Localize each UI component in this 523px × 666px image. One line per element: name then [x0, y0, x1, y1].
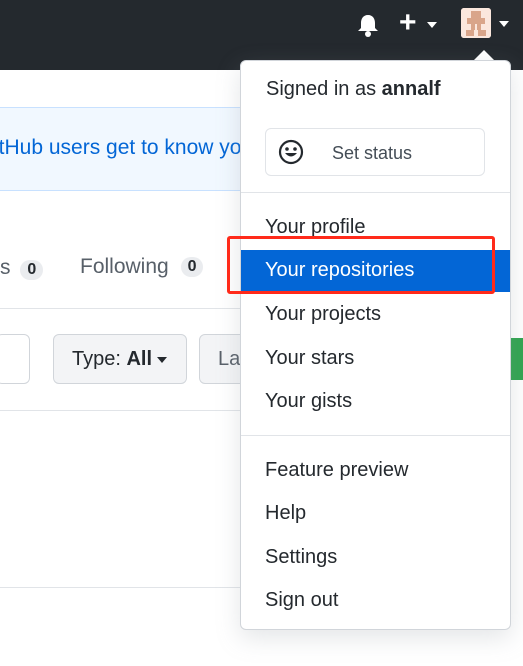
chevron-down-icon — [427, 22, 437, 28]
signed-in-prefix: Signed in as — [266, 78, 377, 100]
find-repository-input[interactable] — [0, 334, 30, 384]
language-filter-label: La — [218, 348, 241, 370]
tabs-divider — [0, 308, 260, 309]
tab-following[interactable]: Following 0 — [80, 255, 204, 279]
menu-item-label: Sign out — [265, 589, 339, 611]
menu-divider — [241, 192, 510, 193]
smiley-icon — [278, 139, 304, 165]
menu-item-feature-preview[interactable]: Feature preview — [241, 450, 510, 492]
menu-item-help[interactable]: Help — [241, 493, 510, 535]
menu-item-label: Settings — [265, 546, 338, 568]
type-filter-label: Type: — [72, 348, 121, 370]
user-dropdown-menu: Signed in as annalf Set status Your prof… — [240, 60, 511, 630]
avatar-icon — [461, 8, 491, 38]
menu-item-your-projects[interactable]: Your projects — [241, 294, 510, 336]
chevron-down-icon — [157, 357, 167, 363]
menu-item-label: Your projects — [265, 303, 381, 325]
type-filter-button[interactable]: Type: All — [53, 334, 187, 384]
menu-item-label: Feature preview — [265, 459, 409, 481]
create-new-button[interactable]: + — [397, 6, 441, 39]
menu-item-settings[interactable]: Settings — [241, 537, 510, 579]
list-divider — [0, 410, 260, 411]
plus-icon: + — [399, 6, 417, 39]
tab-partial-label: s — [0, 256, 11, 279]
set-status-button[interactable]: Set status — [265, 128, 485, 176]
menu-item-label: Help — [265, 502, 307, 524]
tab-partial[interactable]: s 0 — [0, 256, 44, 280]
menu-item-label: Your stars — [265, 347, 355, 369]
menu-item-your-repositories[interactable]: Your repositories — [241, 250, 510, 292]
tab-following-label: Following — [80, 255, 169, 278]
type-filter-value: All — [126, 348, 153, 370]
menu-item-label: Your repositories — [265, 259, 415, 281]
following-count-badge: 0 — [180, 257, 204, 277]
signed-in-header: Signed in as annalf — [266, 78, 441, 101]
chevron-down-icon — [499, 21, 509, 27]
user-menu-button[interactable] — [461, 8, 517, 40]
new-repo-button-edge[interactable] — [511, 338, 523, 380]
signed-in-username: annalf — [381, 78, 441, 100]
tab-count-badge: 0 — [20, 260, 44, 280]
banner-text: itHub users get to know yo — [0, 136, 242, 159]
set-status-label: Set status — [332, 143, 413, 163]
bell-icon[interactable] — [355, 12, 381, 38]
menu-item-your-gists[interactable]: Your gists — [241, 381, 510, 423]
info-banner: itHub users get to know yo — [0, 107, 260, 191]
menu-item-label: Your gists — [265, 390, 353, 412]
list-divider — [0, 587, 260, 588]
menu-item-your-profile[interactable]: Your profile — [241, 207, 510, 249]
menu-item-sign-out[interactable]: Sign out — [241, 580, 510, 622]
menu-item-label: Your profile — [265, 216, 366, 238]
menu-divider — [241, 435, 510, 436]
menu-item-your-stars[interactable]: Your stars — [241, 338, 510, 380]
